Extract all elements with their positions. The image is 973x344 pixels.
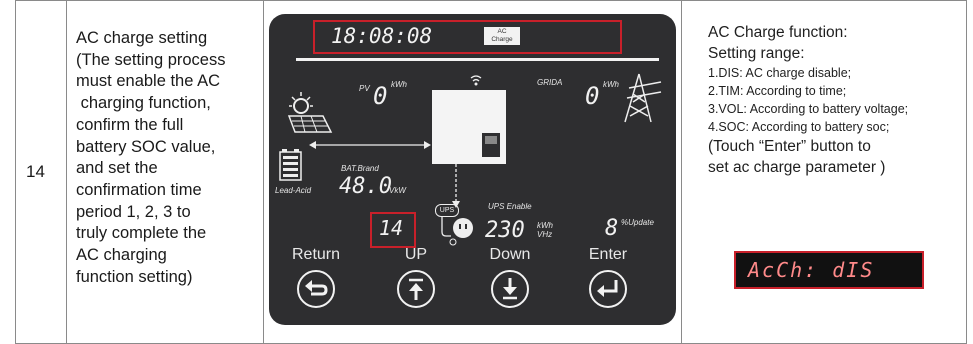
outlet-icon [441, 216, 473, 246]
ac-charge-badge-line2: Charge [491, 36, 513, 43]
description-line: (The setting process [76, 50, 226, 69]
return-icon [305, 280, 328, 296]
wifi-signal-icon [470, 75, 482, 86]
table-border-top [15, 0, 967, 1]
time-display: 18:08:08 [331, 24, 433, 48]
output-unit-kwh: kWh [537, 221, 553, 230]
table-border-right [966, 0, 967, 344]
up-arrow-icon [409, 278, 423, 300]
description-line: truly complete the [76, 224, 207, 243]
pv-label: PV [359, 84, 370, 93]
grid-label: GRIDA [537, 78, 563, 87]
info-touch-note: set ac charge parameter ) [708, 159, 886, 176]
solar-panel-icon [287, 92, 333, 133]
grid-value: 0 [585, 82, 600, 110]
description-line: confirm the full [76, 115, 184, 134]
description-line: charging function, [76, 94, 211, 113]
ac-charge-badge: AC Charge [484, 27, 520, 45]
battery-type-label: Lead-Acid [275, 186, 312, 195]
row-number: 14 [26, 162, 45, 181]
setting-display-text: AcCh: dIS [748, 258, 875, 282]
top-divider-line [296, 58, 659, 61]
setting-display: AcCh: dIS [734, 251, 924, 289]
down-button-label: Down [489, 246, 531, 263]
description-line: period 1, 2, 3 to [76, 202, 191, 221]
down-arrow-icon [503, 278, 517, 300]
description-line: and set the [76, 159, 158, 178]
table-divider-2 [263, 0, 264, 344]
inverter-screen-icon [482, 133, 500, 157]
row-description: AC charge setting (The setting process m… [76, 28, 262, 288]
description-line: battery SOC value, [76, 137, 216, 156]
return-button-label: Return [291, 246, 341, 263]
battery-flow-arrow-icon [309, 141, 431, 149]
down-button[interactable] [491, 270, 529, 308]
table-border-left [15, 0, 16, 344]
pv-value: 0 [373, 82, 388, 110]
ups-enable-label: UPS Enable [488, 202, 532, 211]
battery-icon [279, 149, 302, 181]
table-divider-3 [681, 0, 682, 344]
info-title: AC Charge function: [708, 24, 848, 41]
up-button[interactable] [397, 270, 435, 308]
table-divider-1 [66, 0, 67, 344]
info-option: 1.DIS: AC charge disable; [708, 66, 852, 80]
transmission-tower-icon [624, 73, 662, 123]
info-touch-note: (Touch “Enter” button to [708, 138, 871, 155]
description-line: confirmation time [76, 180, 202, 199]
return-button[interactable] [297, 270, 335, 308]
setting-code: 14 [379, 216, 404, 240]
info-option: 4.SOC: According to battery soc; [708, 120, 890, 134]
ac-charge-badge-line1: AC [497, 28, 507, 35]
update-value: 8 [605, 216, 619, 241]
description-line: function setting) [76, 267, 193, 286]
battery-unit: VkW [389, 186, 406, 195]
enter-icon [597, 280, 618, 297]
description-line: AC charging [76, 246, 167, 265]
enter-button[interactable] [589, 270, 627, 308]
info-option: 2.TIM: According to time; [708, 84, 847, 98]
update-label: %Update [621, 218, 654, 227]
inverter-graphic [432, 90, 506, 164]
up-button-label: UP [404, 246, 428, 263]
output-value: 230 [485, 218, 525, 243]
battery-value: 48.0 [339, 174, 392, 199]
info-option: 3.VOL: According to battery voltage; [708, 102, 909, 116]
description-line: AC charge setting [76, 29, 208, 47]
pv-unit: kWh [391, 80, 407, 89]
description-line: must enable the AC [76, 72, 221, 91]
battery-brand-label: BAT.Brand [341, 164, 379, 173]
inverter-lcd-panel: 18:08:08 AC Charge PV 0 kWh GRIDA 0 kWh [269, 14, 676, 325]
enter-button-label: Enter [588, 246, 628, 263]
inverter-down-arrow-icon [452, 164, 460, 208]
output-unit-vhz: VHz [537, 230, 553, 239]
info-range-label: Setting range: [708, 45, 805, 62]
ac-charge-info: AC Charge function: Setting range: 1.DIS… [708, 22, 908, 178]
grid-unit: kWh [603, 80, 619, 89]
